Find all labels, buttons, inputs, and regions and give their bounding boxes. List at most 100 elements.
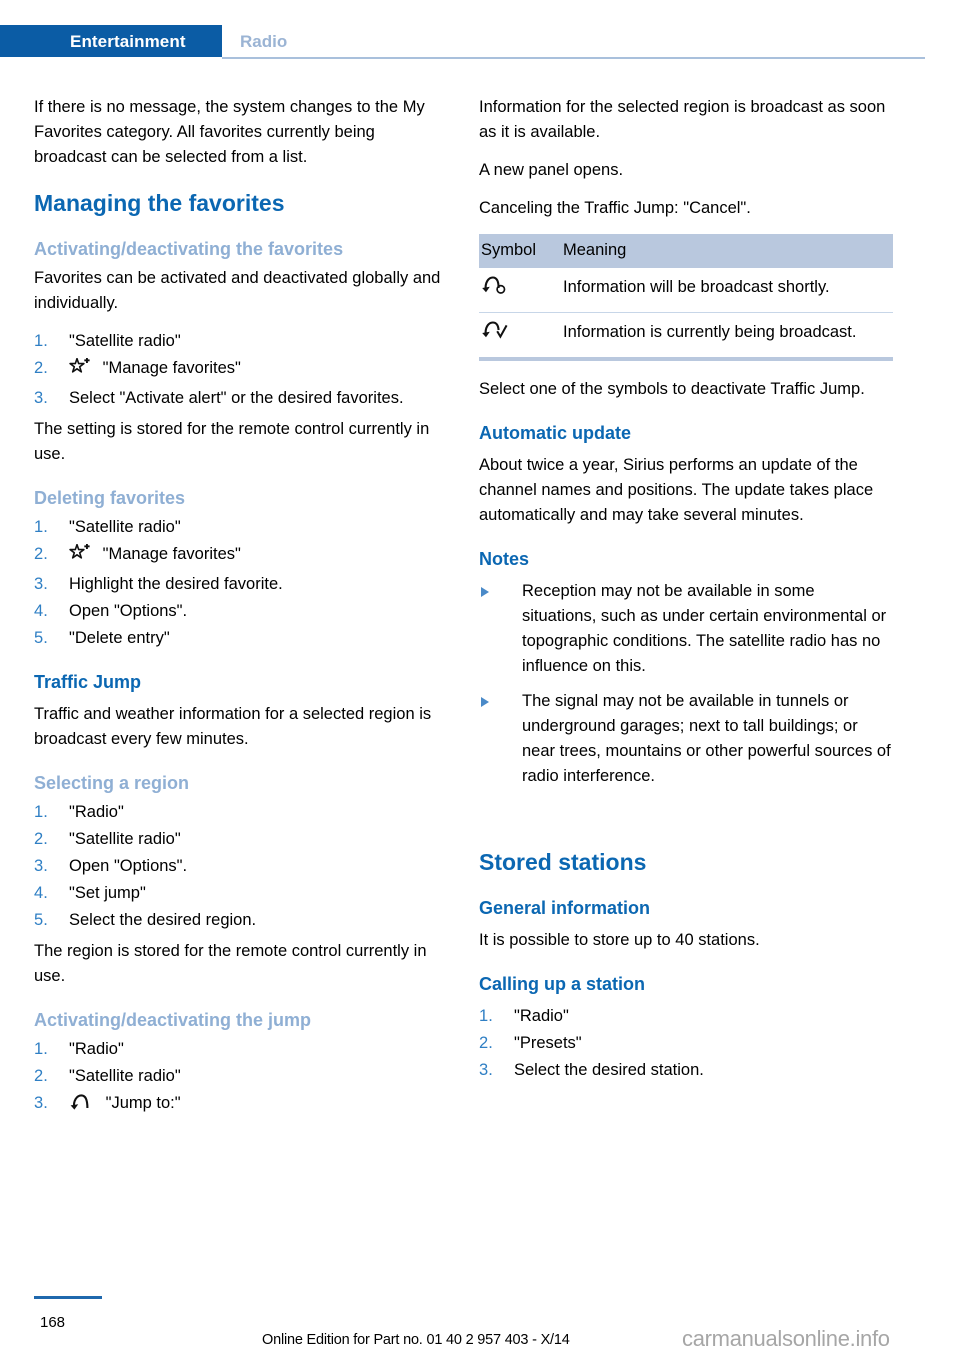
table-row: Information will be broadcast shortly.: [479, 268, 893, 313]
page-number: 168: [40, 1314, 66, 1331]
after-table-paragraph: Select one of the symbols to deactivate …: [479, 380, 865, 398]
heading-traffic-jump: Traffic Jump: [34, 672, 142, 692]
table-cell-meaning: Information is currently being broadcast…: [563, 312, 893, 361]
automatic-update-paragraph: About twice a year, Sirius performs an u…: [479, 456, 874, 524]
selecting-region-note-paragraph: The region is stored for the remote cont…: [34, 942, 427, 985]
table-row: Information is currently being broadcast…: [479, 312, 893, 361]
heading-general-information: General information: [479, 898, 651, 918]
heading-notes: Notes: [479, 549, 530, 569]
step-text: Select the desired station.: [514, 1061, 704, 1079]
table-cell-symbol: [479, 268, 563, 313]
subheading-activating-the-jump: Activating/deactivating the jump: [34, 1010, 312, 1030]
step-text: Open "Options".: [69, 602, 188, 620]
breadcrumb-tab-entertainment-label: Entertainment: [70, 32, 186, 51]
step-text: "Radio": [69, 1040, 124, 1058]
step-text: "Jump to:": [105, 1094, 181, 1112]
list-item: Highlight the desired favorite.: [34, 572, 448, 597]
list-item: Reception may not be available in some s…: [479, 579, 893, 679]
step-text: "Satellite radio": [69, 830, 181, 848]
step-text: Select the desired region.: [69, 911, 257, 929]
list-item: Select "Activate alert" or the desired f…: [34, 386, 448, 411]
list-item: Open "Options".: [34, 854, 448, 879]
general-information-paragraph: It is possible to store up to 40 station…: [479, 931, 760, 949]
subheading-deleting-favorites: Deleting favorites: [34, 488, 186, 508]
subheading-selecting-a-region: Selecting a region: [34, 773, 190, 793]
step-text: "Manage favorites": [102, 359, 241, 377]
list-item: "Manage favorites": [34, 542, 448, 570]
step-text: "Radio": [514, 1007, 569, 1025]
step-text: "Manage favorites": [102, 545, 241, 563]
step-text: "Radio": [69, 803, 124, 821]
right-intro-paragraph-1: Information for the selected region is b…: [479, 98, 886, 141]
list-item: "Set jump": [34, 881, 448, 906]
table-header: Symbol Meaning: [479, 234, 893, 268]
right-column: Information for the selected region is b…: [479, 95, 893, 1089]
list-item: "Radio": [34, 800, 448, 825]
list-item: Select the desired station.: [479, 1058, 893, 1083]
table-column-header-symbol: Symbol: [479, 234, 563, 268]
list-item: "Radio": [34, 1037, 448, 1062]
list-item: "Satellite radio": [34, 827, 448, 852]
table-cell-meaning: Information will be broadcast shortly.: [563, 268, 893, 313]
activating-favorites-steps: "Satellite radio" "Manage favorites" Sel…: [34, 329, 448, 411]
activating-jump-steps: "Radio" "Satellite radio" "Jump to:": [34, 1037, 448, 1119]
step-text: "Delete entry": [69, 629, 170, 647]
heading-automatic-update: Automatic update: [479, 423, 632, 443]
page-header: Entertainment Radio: [0, 0, 960, 62]
header-divider: [222, 57, 925, 59]
heading-calling-up-a-station: Calling up a station: [479, 974, 646, 994]
traffic-jump-intro-paragraph: Traffic and weather information for a se…: [34, 705, 432, 748]
breadcrumb-tab-entertainment[interactable]: Entertainment: [0, 25, 222, 57]
jump-arc-icon: [69, 1093, 93, 1119]
step-text: "Satellite radio": [69, 518, 181, 536]
list-item: "Satellite radio": [34, 515, 448, 540]
notes-list: Reception may not be available in some s…: [479, 579, 893, 789]
right-intro-paragraph-2: A new panel opens.: [479, 161, 624, 179]
site-watermark: carmanualsonline.info: [682, 1326, 890, 1351]
activating-intro-paragraph: Favorites can be activated and deactivat…: [34, 269, 441, 312]
step-text: "Satellite radio": [69, 332, 181, 350]
list-item: "Delete entry": [34, 626, 448, 651]
table-header-row: Symbol Meaning: [479, 234, 893, 268]
list-item: "Satellite radio": [34, 329, 448, 354]
star-plus-icon: [69, 543, 90, 570]
list-item: "Jump to:": [34, 1091, 448, 1119]
footer-divider: [34, 1296, 102, 1299]
step-text: Select "Activate alert" or the desired f…: [69, 389, 404, 407]
list-item: "Radio": [479, 1004, 893, 1029]
step-text: "Presets": [514, 1034, 582, 1052]
note-text: The signal may not be available in tunne…: [522, 692, 891, 785]
edition-notice: Online Edition for Part no. 01 40 2 957 …: [262, 1332, 570, 1348]
arc-check-icon: [481, 321, 509, 344]
arc-circle-icon: [481, 276, 509, 299]
deleting-favorites-steps: "Satellite radio" "Manage favorites" Hig…: [34, 515, 448, 651]
triangle-bullet-icon: [481, 697, 489, 707]
subheading-activating-favorites: Activating/deactivating the favorites: [34, 239, 344, 259]
section-heading-managing-favorites: Managing the favorites: [34, 190, 285, 216]
right-intro-paragraph-3: Canceling the Traffic Jump: "Cancel".: [479, 199, 751, 217]
breadcrumb-tab-radio[interactable]: Radio: [240, 32, 287, 52]
list-item: Select the desired region.: [34, 908, 448, 933]
note-text: Reception may not be available in some s…: [522, 582, 887, 675]
table-column-header-meaning: Meaning: [563, 234, 893, 268]
left-column: If there is no message, the system chang…: [34, 95, 448, 1125]
calling-up-station-steps: "Radio" "Presets" Select the desired sta…: [479, 1004, 893, 1083]
symbol-meaning-table: Symbol Meaning Information will be broad…: [479, 234, 893, 361]
activating-note-paragraph: The setting is stored for the remote con…: [34, 420, 430, 463]
selecting-region-steps: "Radio" "Satellite radio" Open "Options"…: [34, 800, 448, 933]
list-item: Open "Options".: [34, 599, 448, 624]
step-text: "Set jump": [69, 884, 146, 902]
step-text: Highlight the desired favorite.: [69, 575, 283, 593]
step-text: Open "Options".: [69, 857, 188, 875]
triangle-bullet-icon: [481, 587, 489, 597]
left-intro-paragraph: If there is no message, the system chang…: [34, 98, 425, 166]
list-item: "Presets": [479, 1031, 893, 1056]
table-cell-symbol: [479, 312, 563, 361]
list-item: "Manage favorites": [34, 356, 448, 384]
page-footer: 168 Online Edition for Part no. 01 40 2 …: [0, 1296, 960, 1362]
step-text: "Satellite radio": [69, 1067, 181, 1085]
list-item: "Satellite radio": [34, 1064, 448, 1089]
section-heading-stored-stations: Stored stations: [479, 849, 647, 875]
